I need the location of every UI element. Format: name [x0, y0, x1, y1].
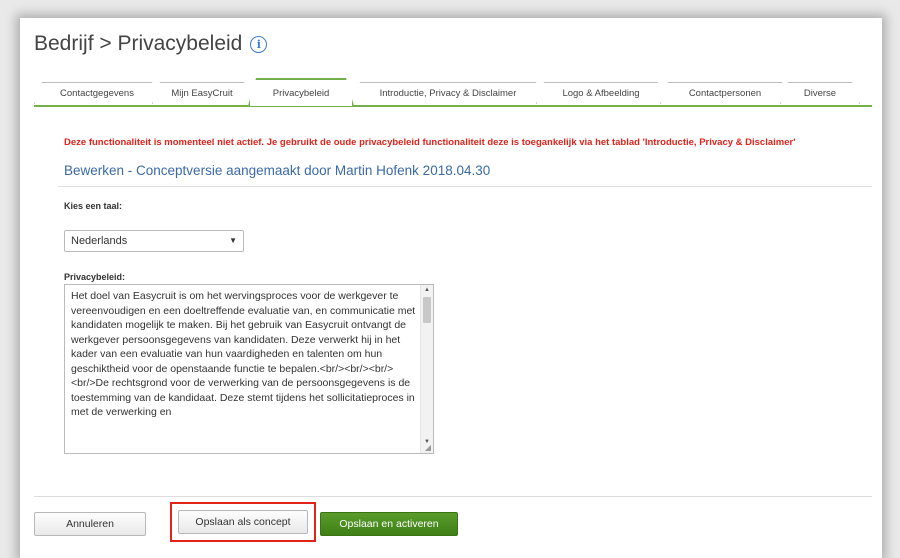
- page-title-text: Bedrijf > Privacybeleid: [34, 32, 243, 55]
- inactive-warning: Deze functionaliteit is momenteel niet a…: [64, 137, 796, 148]
- save-as-concept-button[interactable]: Opslaan als concept: [178, 510, 308, 534]
- language-select[interactable]: Nederlands ▼: [64, 230, 244, 252]
- tab-logo-afbeelding[interactable]: Logo & Afbeelding: [536, 82, 666, 104]
- tab-privacybeleid[interactable]: Privacybeleid: [248, 78, 354, 106]
- privacy-policy-text: Het doel van Easycruit is om het werving…: [71, 290, 416, 418]
- tab-introductie-privacy-disclaimer[interactable]: Introductie, Privacy & Disclaimer: [352, 82, 544, 104]
- tab-contactgegevens[interactable]: Contactgegevens: [34, 82, 160, 104]
- info-icon[interactable]: i: [250, 35, 268, 53]
- tab-contactpersonen[interactable]: Contactpersonen: [660, 82, 790, 104]
- cancel-button[interactable]: Annuleren: [34, 512, 146, 536]
- privacy-policy-textarea[interactable]: Het doel van Easycruit is om het werving…: [64, 284, 434, 454]
- privacy-policy-label: Privacybeleid:: [64, 272, 126, 282]
- page-title: Bedrijf > Privacybeleid i: [34, 32, 268, 56]
- dropdown-arrow-icon: ▼: [229, 236, 237, 245]
- concept-version-heading: Bewerken - Conceptversie aangemaakt door…: [64, 163, 491, 178]
- footer-divider: [34, 496, 872, 497]
- save-and-activate-button[interactable]: Opslaan en activeren: [320, 512, 458, 536]
- textarea-scrollbar[interactable]: ▲ ▼: [420, 285, 433, 453]
- language-select-value: Nederlands: [71, 235, 128, 247]
- divider: [58, 186, 872, 187]
- tab-diverse[interactable]: Diverse: [780, 82, 860, 104]
- language-label: Kies een taal:: [64, 201, 123, 211]
- tab-bar: Contactgegevens Mijn EasyCruit Privacybe…: [34, 76, 872, 106]
- tab-underline: [34, 105, 872, 107]
- scroll-up-arrow-icon[interactable]: ▲: [421, 285, 433, 295]
- scroll-thumb[interactable]: [423, 297, 431, 323]
- resize-grip-icon[interactable]: ◢: [425, 443, 431, 452]
- settings-panel: Bedrijf > Privacybeleid i Contactgegeven…: [20, 18, 882, 558]
- tab-mijn-easycruit[interactable]: Mijn EasyCruit: [152, 82, 252, 104]
